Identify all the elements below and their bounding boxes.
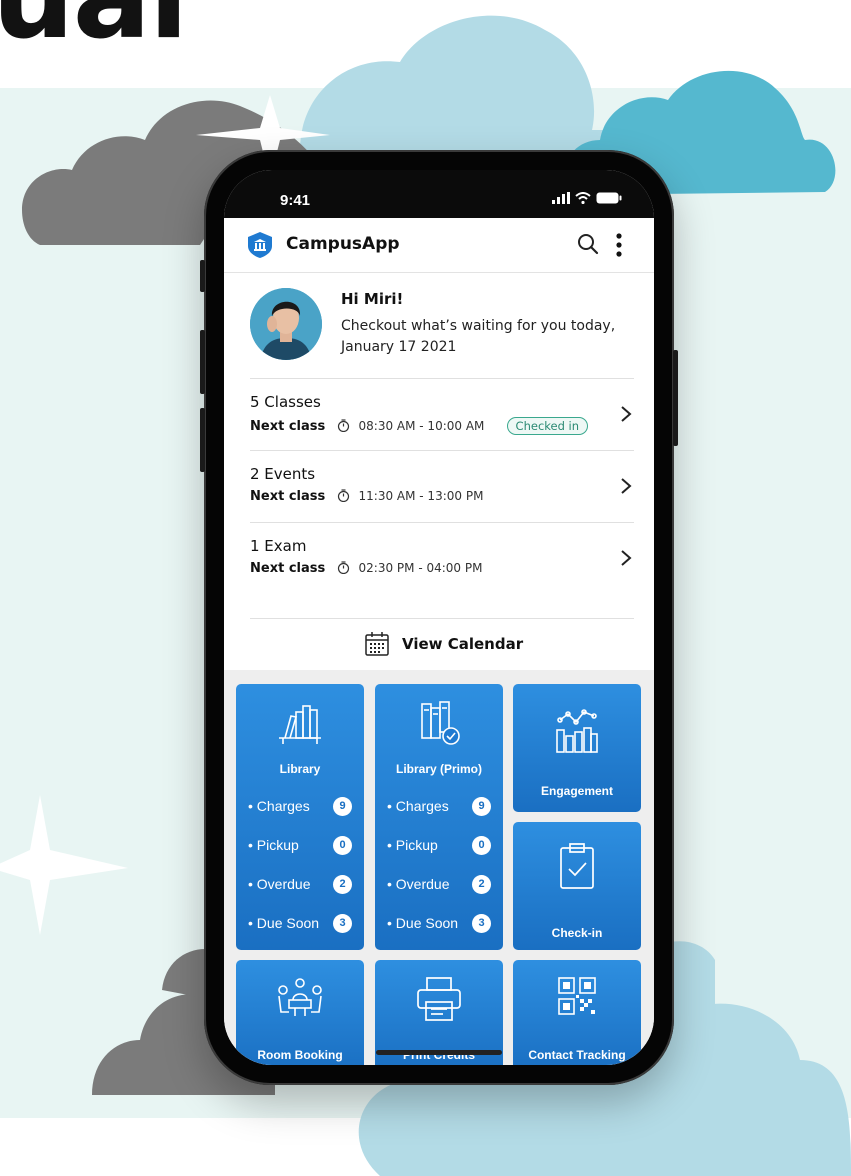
tile-contact-tracking[interactable]: Contact Tracking [513, 960, 641, 1065]
stat-label: • Charges [248, 798, 310, 814]
next-class-label: Next class [250, 561, 326, 576]
more-options-icon[interactable] [612, 232, 626, 258]
stat-label: • Due Soon [248, 915, 320, 931]
schedule-row-exams[interactable]: 1 Exam Next class 02:30 PM - 04:00 PM [250, 522, 634, 619]
home-indicator[interactable] [376, 1050, 502, 1055]
bar-chart-icon [556, 709, 598, 753]
library-stat-overdue: • Overdue 2 [248, 875, 352, 894]
tile-library-primo[interactable]: Library (Primo) • Charges 9 • Pickup 0 • O… [375, 684, 503, 950]
schedule-subtitle: Next class 08:30 AM - 10:00 AM Checked i… [250, 417, 589, 435]
tile-label: Library [279, 762, 321, 776]
phone-frame: 9:41 CampusApp Hi Miri! Checkout what’s … [200, 150, 678, 1085]
phone-mute-switch [200, 260, 205, 292]
greeting-name: Hi Miri! [341, 290, 404, 308]
primo-stat-charges: • Charges 9 [387, 797, 491, 816]
printer-icon [417, 977, 461, 1021]
schedule-title: 2 Events [250, 465, 316, 483]
stat-count: 3 [472, 914, 491, 933]
stat-label: • Overdue [248, 876, 311, 892]
search-icon[interactable] [576, 232, 600, 256]
tile-library[interactable]: Library • Charges 9 • Pickup 0 • Overdue 2 … [236, 684, 364, 950]
stat-count: 9 [472, 797, 491, 816]
phone-volume-up [200, 330, 205, 394]
view-calendar-button[interactable]: View Calendar [250, 618, 634, 669]
books-shelf-icon [279, 705, 321, 744]
stat-count: 9 [333, 797, 352, 816]
tile-room-booking[interactable]: Room Booking [236, 960, 364, 1065]
primo-stat-due-soon: • Due Soon 3 [387, 914, 491, 933]
chevron-right-icon [621, 550, 632, 566]
user-photo [250, 288, 322, 360]
app-header: CampusApp [224, 218, 654, 273]
stat-count: 2 [333, 875, 352, 894]
schedule-title: 5 Classes [250, 393, 321, 411]
schedule-subtitle: Next class 02:30 PM - 04:00 PM [250, 561, 482, 576]
tile-check-in[interactable]: Check-in [513, 822, 641, 950]
schedule-subtitle: Next class 11:30 AM - 13:00 PM [250, 489, 483, 504]
schedule-row-classes[interactable]: 5 Classes Next class 08:30 AM - 10:00 AM… [250, 378, 634, 451]
chevron-right-icon [621, 406, 632, 422]
greeting-message: Checkout what’s waiting for you today, J… [341, 318, 616, 355]
quick-access-grid: Library • Charges 9 • Pickup 0 • Overdue 2 … [224, 670, 654, 1065]
status-bar: 9:41 [224, 170, 654, 218]
schedule-time: 02:30 PM - 04:00 PM [358, 561, 483, 575]
greeting-section: Hi Miri! Checkout what’s waiting for you… [224, 272, 654, 378]
books-check-icon [421, 701, 460, 745]
next-class-label: Next class [250, 489, 326, 504]
tile-label: Engagement [540, 784, 613, 798]
app-title: CampusApp [286, 234, 400, 254]
stat-label: • Pickup [248, 837, 299, 853]
avatar [250, 288, 322, 360]
checked-in-badge: Checked in [506, 417, 589, 435]
timer-icon [338, 489, 350, 502]
signal-icon [552, 192, 570, 204]
status-icons [552, 192, 622, 204]
tile-label: Contact Tracking [528, 1048, 626, 1062]
tile-label: Check-in [551, 926, 603, 940]
clipboard-check-icon [560, 843, 594, 889]
schedule-time: 11:30 AM - 13:00 PM [358, 489, 484, 503]
primo-stat-pickup: • Pickup 0 [387, 836, 491, 855]
campus-logo-icon [248, 232, 272, 258]
stat-count: 0 [472, 836, 491, 855]
library-stat-charges: • Charges 9 [248, 797, 352, 816]
stat-count: 2 [472, 875, 491, 894]
calendar-icon [365, 632, 389, 656]
timer-icon [338, 419, 350, 432]
schedule-time: 08:30 AM - 10:00 AM [358, 419, 485, 433]
phone-volume-down [200, 408, 205, 472]
timer-icon [338, 561, 350, 574]
stat-count: 3 [333, 914, 352, 933]
schedule-row-events[interactable]: 2 Events Next class 11:30 AM - 13:00 PM [250, 450, 634, 523]
primo-stat-overdue: • Overdue 2 [387, 875, 491, 894]
chevron-right-icon [621, 478, 632, 494]
tile-label: Room Booking [257, 1048, 343, 1062]
phone-power-button [673, 350, 678, 446]
stat-label: • Charges [387, 798, 449, 814]
qr-code-icon [558, 977, 596, 1015]
stat-label: • Pickup [387, 837, 438, 853]
view-calendar-label: View Calendar [402, 635, 524, 653]
phone-screen: 9:41 CampusApp Hi Miri! Checkout what’s … [224, 170, 654, 1065]
stat-label: • Overdue [387, 876, 450, 892]
status-time: 9:41 [280, 192, 311, 209]
schedule-title: 1 Exam [250, 537, 307, 555]
next-class-label: Next class [250, 419, 326, 434]
library-stat-pickup: • Pickup 0 [248, 836, 352, 855]
wifi-icon [575, 192, 591, 204]
library-stat-due-soon: • Due Soon 3 [248, 914, 352, 933]
stat-label: • Due Soon [387, 915, 459, 931]
tile-label: Library (Primo) [395, 762, 482, 776]
battery-icon [596, 192, 622, 204]
meeting-room-icon [278, 978, 322, 1016]
stat-count: 0 [333, 836, 352, 855]
tile-engagement[interactable]: Engagement [513, 684, 641, 812]
